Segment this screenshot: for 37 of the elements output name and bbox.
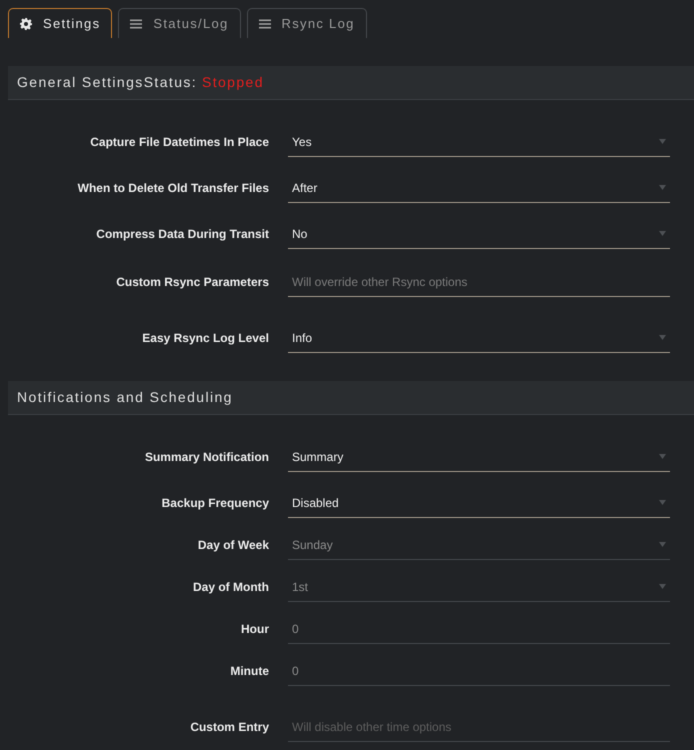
- caret-icon: [659, 335, 666, 340]
- dropdown-field[interactable]: Summary: [288, 442, 670, 472]
- field-label: Hour: [240, 621, 269, 638]
- field-label: Capture File Datetimes In Place: [89, 134, 269, 151]
- field-label: Backup Frequency: [160, 495, 269, 512]
- field-label: Custom Rsync Parameters: [115, 274, 269, 291]
- dropdown-field[interactable]: Yes: [288, 127, 670, 157]
- caret-icon: [659, 454, 666, 459]
- tab[interactable]: Settings: [8, 8, 112, 38]
- field-label: Minute: [229, 663, 269, 680]
- field-label: Compress Data During Transit: [95, 226, 269, 243]
- tab[interactable]: Rsync Log: [246, 8, 367, 38]
- field-label: Custom Entry: [189, 719, 269, 736]
- menu-lines-icon: [130, 18, 142, 30]
- tab[interactable]: Status/Log: [118, 8, 241, 38]
- dropdown-field[interactable]: Info: [288, 323, 670, 353]
- field-label: Day of Month: [192, 579, 269, 596]
- dropdown-field[interactable]: Disabled: [288, 488, 670, 518]
- settings-icon: [20, 18, 32, 30]
- dropdown-field[interactable]: No: [288, 219, 670, 249]
- section-title: General Settings: [17, 73, 144, 92]
- input-field[interactable]: Will override other Rsync options: [288, 267, 670, 297]
- dropdown-field[interactable]: After: [288, 173, 670, 203]
- caret-icon: [659, 584, 666, 589]
- caret-icon: [659, 500, 666, 505]
- caret-icon: [659, 542, 666, 547]
- caret-icon: [659, 231, 666, 236]
- caret-icon: [659, 185, 666, 190]
- field-label: Easy Rsync Log Level: [141, 330, 269, 347]
- section-title: Notifications and Scheduling: [17, 388, 233, 407]
- caret-icon: [659, 139, 666, 144]
- field-label: Day of Week: [196, 537, 269, 554]
- field-label: Summary Notification: [144, 449, 269, 466]
- status-label: Status:: [144, 73, 198, 92]
- field-label: When to Delete Old Transfer Files: [76, 180, 269, 197]
- menu-lines-icon: [258, 18, 271, 30]
- status-value: Stopped: [202, 73, 264, 92]
